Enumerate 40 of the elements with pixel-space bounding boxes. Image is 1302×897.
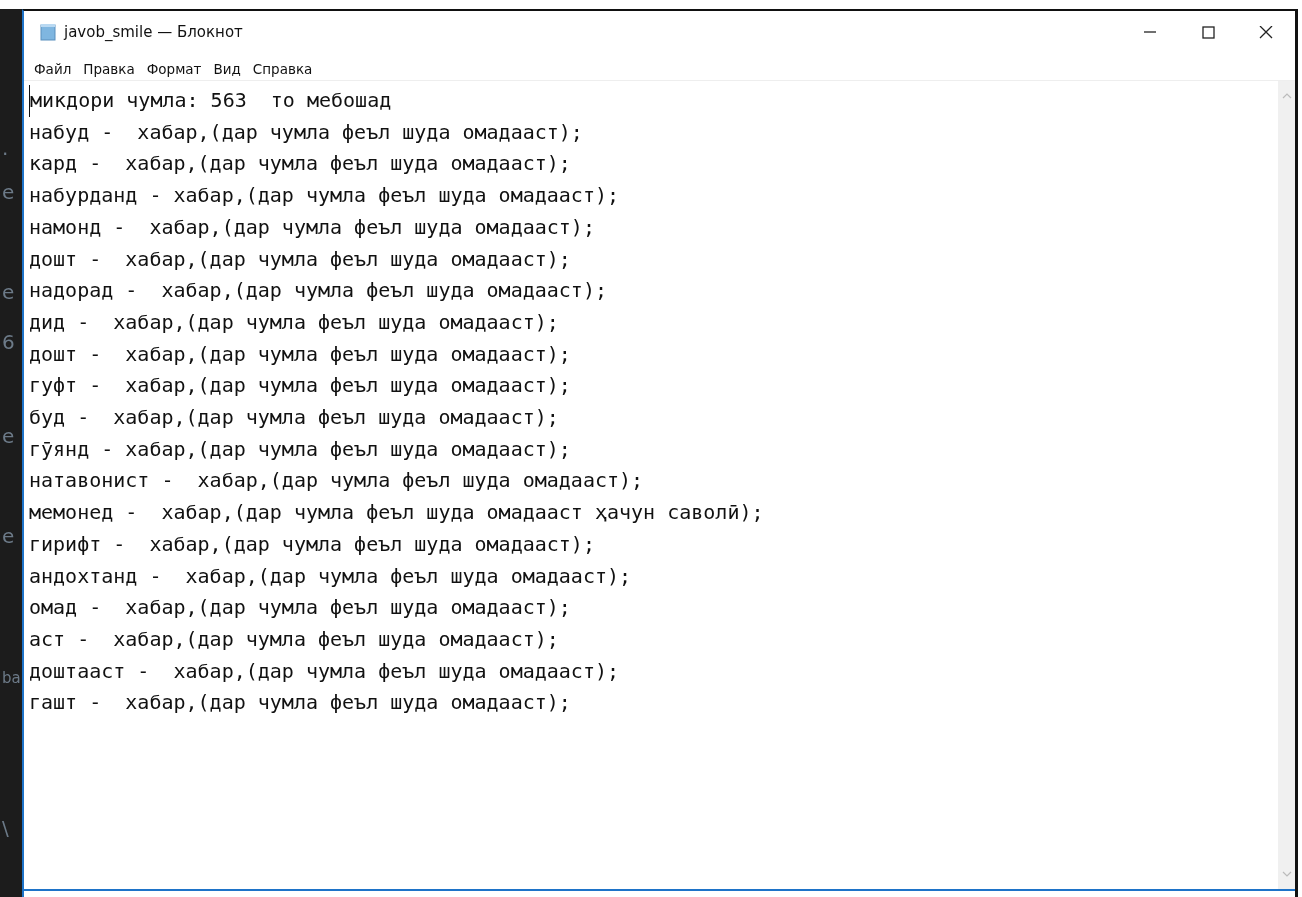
menu-item[interactable]: Вид [213,61,241,80]
background-text: ba [1,668,22,689]
background-text: \ [1,817,10,839]
scroll-up-icon[interactable] [1281,93,1292,99]
text-line: микдори чумла: 563 то мебошад [29,85,392,117]
menu-item[interactable]: Правка [83,61,135,80]
menu-item[interactable]: Файл [34,61,72,80]
text-line: андохтанд - хабар,(дар чумла феъл шуда омадааст); [29,562,632,590]
close-icon [1259,25,1273,39]
text-line: натавонист - хабар,(дар чумла феъл шуда омадааст); [29,467,644,495]
text-line: гӯянд - хабар,(дар чумла феъл шуда омадааст); [29,435,571,463]
text-line: доштааст - хабар,(дар чумла феъл шуда омадааст); [29,657,619,685]
background-text: . [1,137,10,159]
text-line: гирифт - хабар,(дар чумла феъл шуда омадааст); [29,530,595,558]
notepad-icon [40,23,56,41]
menu-item[interactable]: Справка [252,61,313,80]
text-line: дид - хабар,(дар чумла феъл шуда омадааст); [29,308,559,336]
text-line: дошт - хабар,(дар чумла феъл шуда омадааст); [29,340,571,368]
background-text: e [1,525,16,547]
text-line: аст - хабар,(дар чумла феъл шуда омадааст); [29,625,559,653]
scroll-down-icon[interactable] [1281,871,1292,877]
background-text: e [1,181,16,203]
background-text: e [1,425,16,447]
text-line: буд - хабар,(дар чумла феъл шуда омадааст); [29,404,559,432]
text-line: гашт - хабар,(дар чумла феъл шуда омадааст); [29,689,571,717]
text-line: набуд - хабар,(дар чумла феъл шуда омадааст); [29,118,583,146]
background-text: e [1,281,16,303]
text-line: гуфт - хабар,(дар чумла феъл шуда омадааст); [29,372,571,400]
window-title: javob_smile — Блокнот [64,23,243,41]
background-text: 6 [1,331,16,353]
text-line: намонд - хабар,(дар чумла феъл шуда омадааст); [29,213,595,241]
maximize-icon [1201,25,1215,39]
menu-item[interactable]: Формат [146,61,202,80]
vertical-scrollbar[interactable] [1278,81,1295,889]
text-line: мемонед - хабар,(дар чумла феъл шуда омадааст ҳачун саволӣ); [29,499,764,527]
text-line: набурданд - хабар,(дар чумла феъл шуда омадааст); [29,182,619,210]
text-line: кард - хабар,(дар чумла феъл шуда омадааст); [29,150,571,178]
text-line: омад - хабар,(дар чумла феъл шуда омадааст); [29,594,571,622]
text-line: дошт - хабар,(дар чумла феъл шуда омадааст); [29,245,571,273]
text-line: надорад - хабар,(дар чумла феъл шуда омадааст); [29,277,607,305]
